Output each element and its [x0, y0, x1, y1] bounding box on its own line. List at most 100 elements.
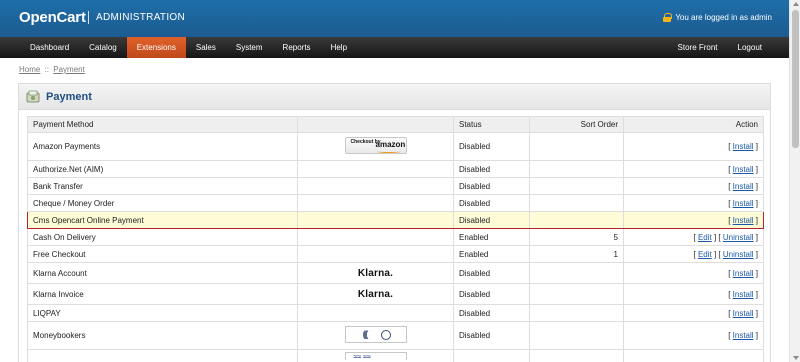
- method-name: [27, 349, 298, 362]
- amazon-logo: Checkout by amazon: [344, 137, 407, 154]
- col-status[interactable]: Status: [453, 116, 530, 133]
- method-action: [ Install ]: [623, 304, 764, 322]
- install-link[interactable]: Install: [733, 309, 754, 318]
- menu-system[interactable]: System: [226, 37, 273, 58]
- klarna-logo: Klarna.: [357, 288, 394, 300]
- method-status: Disabled: [453, 321, 530, 350]
- method-status: Disabled: [453, 262, 530, 284]
- method-sort: [529, 160, 624, 178]
- payment-methods-table: Payment Method Status Sort Order Action …: [27, 116, 764, 362]
- method-status: Disabled: [453, 194, 530, 212]
- table-row: Authorize.Net (AIM) Disabled [ Install ]: [27, 160, 764, 178]
- install-link[interactable]: Install: [733, 199, 754, 208]
- method-sort: 5: [529, 228, 624, 246]
- method-sort: [529, 304, 624, 322]
- panel-title: Payment: [46, 91, 92, 103]
- method-name: Klarna Invoice: [27, 283, 298, 305]
- method-name: Amazon Payments: [27, 132, 298, 161]
- method-name: Klarna Account: [27, 262, 298, 284]
- menu-store-front[interactable]: Store Front: [668, 37, 728, 58]
- method-action: [ Install ]: [623, 132, 764, 161]
- uninstall-link[interactable]: Uninstall: [723, 233, 754, 242]
- col-payment-method[interactable]: Payment Method: [27, 116, 298, 133]
- breadcrumb: Home :: Payment: [19, 65, 85, 74]
- method-logo: ≈≈ ≈≈: [297, 349, 454, 362]
- table-row: Moneybookers (((( Disabled [ Install ]: [27, 321, 764, 350]
- breadcrumb-payment[interactable]: Payment: [53, 65, 85, 74]
- logo-divider: [88, 11, 89, 24]
- menu-extensions[interactable]: Extensions: [126, 37, 186, 58]
- method-sort: [529, 211, 624, 229]
- table-row: LIQPAY Disabled [ Install ]: [27, 304, 764, 322]
- method-action: [ Install ]: [623, 283, 764, 305]
- method-action: [623, 349, 764, 362]
- scrollbar-thumb[interactable]: [792, 10, 799, 148]
- scroll-up-arrow-icon[interactable]: [793, 2, 799, 6]
- method-logo: [297, 160, 454, 178]
- admin-label: ADMINISTRATION: [96, 12, 186, 23]
- login-text: You are logged in as admin: [675, 13, 772, 22]
- method-logo: Checkout by amazon: [297, 132, 454, 161]
- main-menu: Dashboard Catalog Extensions Sales Syste…: [0, 37, 789, 58]
- method-status: Enabled: [453, 245, 530, 263]
- method-action: [ Edit ] [ Uninstall ]: [623, 245, 764, 263]
- install-link[interactable]: Install: [733, 165, 754, 174]
- install-link[interactable]: Install: [733, 216, 754, 225]
- menu-left: Dashboard Catalog Extensions Sales Syste…: [20, 37, 357, 58]
- install-link[interactable]: Install: [733, 269, 754, 278]
- method-logo: [297, 194, 454, 212]
- method-action: [ Install ]: [623, 160, 764, 178]
- table-row: Bank Transfer Disabled [ Install ]: [27, 177, 764, 195]
- method-status: Disabled: [453, 211, 530, 229]
- method-logo: [297, 228, 454, 246]
- method-sort: [529, 194, 624, 212]
- method-sort: [529, 262, 624, 284]
- method-name: Cash On Delivery: [27, 228, 298, 246]
- method-action: [ Install ]: [623, 194, 764, 212]
- menu-reports[interactable]: Reports: [273, 37, 321, 58]
- menu-dashboard[interactable]: Dashboard: [20, 37, 79, 58]
- table-row: Klarna Invoice Klarna. Disabled [ Instal…: [27, 283, 764, 305]
- table-row: Cash On Delivery Enabled 5 [ Edit ] [ Un…: [27, 228, 764, 246]
- install-link[interactable]: Install: [733, 331, 754, 340]
- menu-help[interactable]: Help: [321, 37, 357, 58]
- method-name: LIQPAY: [27, 304, 298, 322]
- method-status: Disabled: [453, 177, 530, 195]
- breadcrumb-home[interactable]: Home: [19, 65, 40, 74]
- amazon-smile-icon: [376, 150, 401, 153]
- method-logo: [297, 211, 454, 229]
- install-link[interactable]: Install: [733, 290, 754, 299]
- method-name: Authorize.Net (AIM): [27, 160, 298, 178]
- method-logo: Klarna.: [297, 262, 454, 284]
- klarna-logo: Klarna.: [357, 267, 394, 279]
- method-logo: [297, 245, 454, 263]
- opencart-logo[interactable]: OpenCart: [19, 9, 86, 26]
- method-sort: [529, 283, 624, 305]
- menu-sales[interactable]: Sales: [186, 37, 226, 58]
- menu-logout[interactable]: Logout: [728, 37, 772, 58]
- install-link[interactable]: Install: [733, 182, 754, 191]
- edit-link[interactable]: Edit: [698, 233, 712, 242]
- payment-icon: [26, 90, 40, 103]
- menu-catalog[interactable]: Catalog: [79, 37, 127, 58]
- partial-logo-image: ≈≈ ≈≈: [344, 352, 407, 360]
- col-action: Action: [623, 116, 764, 133]
- method-sort: [529, 132, 624, 161]
- table-row: Amazon Payments Checkout by amazon Disab…: [27, 132, 764, 161]
- method-name: Bank Transfer: [27, 177, 298, 195]
- method-logo: [297, 177, 454, 195]
- method-action: [ Edit ] [ Uninstall ]: [623, 228, 764, 246]
- install-link[interactable]: Install: [733, 142, 754, 151]
- col-logo: [297, 116, 454, 133]
- method-action: [ Install ]: [623, 321, 764, 350]
- moneybookers-logo: ((((: [344, 326, 407, 343]
- panel-header: Payment: [19, 84, 770, 110]
- uninstall-link[interactable]: Uninstall: [723, 250, 754, 259]
- moneybookers-waves-icon: ((((: [362, 329, 369, 339]
- col-sort-order[interactable]: Sort Order: [529, 116, 624, 133]
- method-action: [ Install ]: [623, 262, 764, 284]
- scroll-down-arrow-icon[interactable]: [793, 356, 799, 360]
- edit-link[interactable]: Edit: [698, 250, 712, 259]
- table-row: Free Checkout Enabled 1 [ Edit ] [ Unins…: [27, 245, 764, 263]
- vertical-scrollbar[interactable]: [789, 0, 800, 362]
